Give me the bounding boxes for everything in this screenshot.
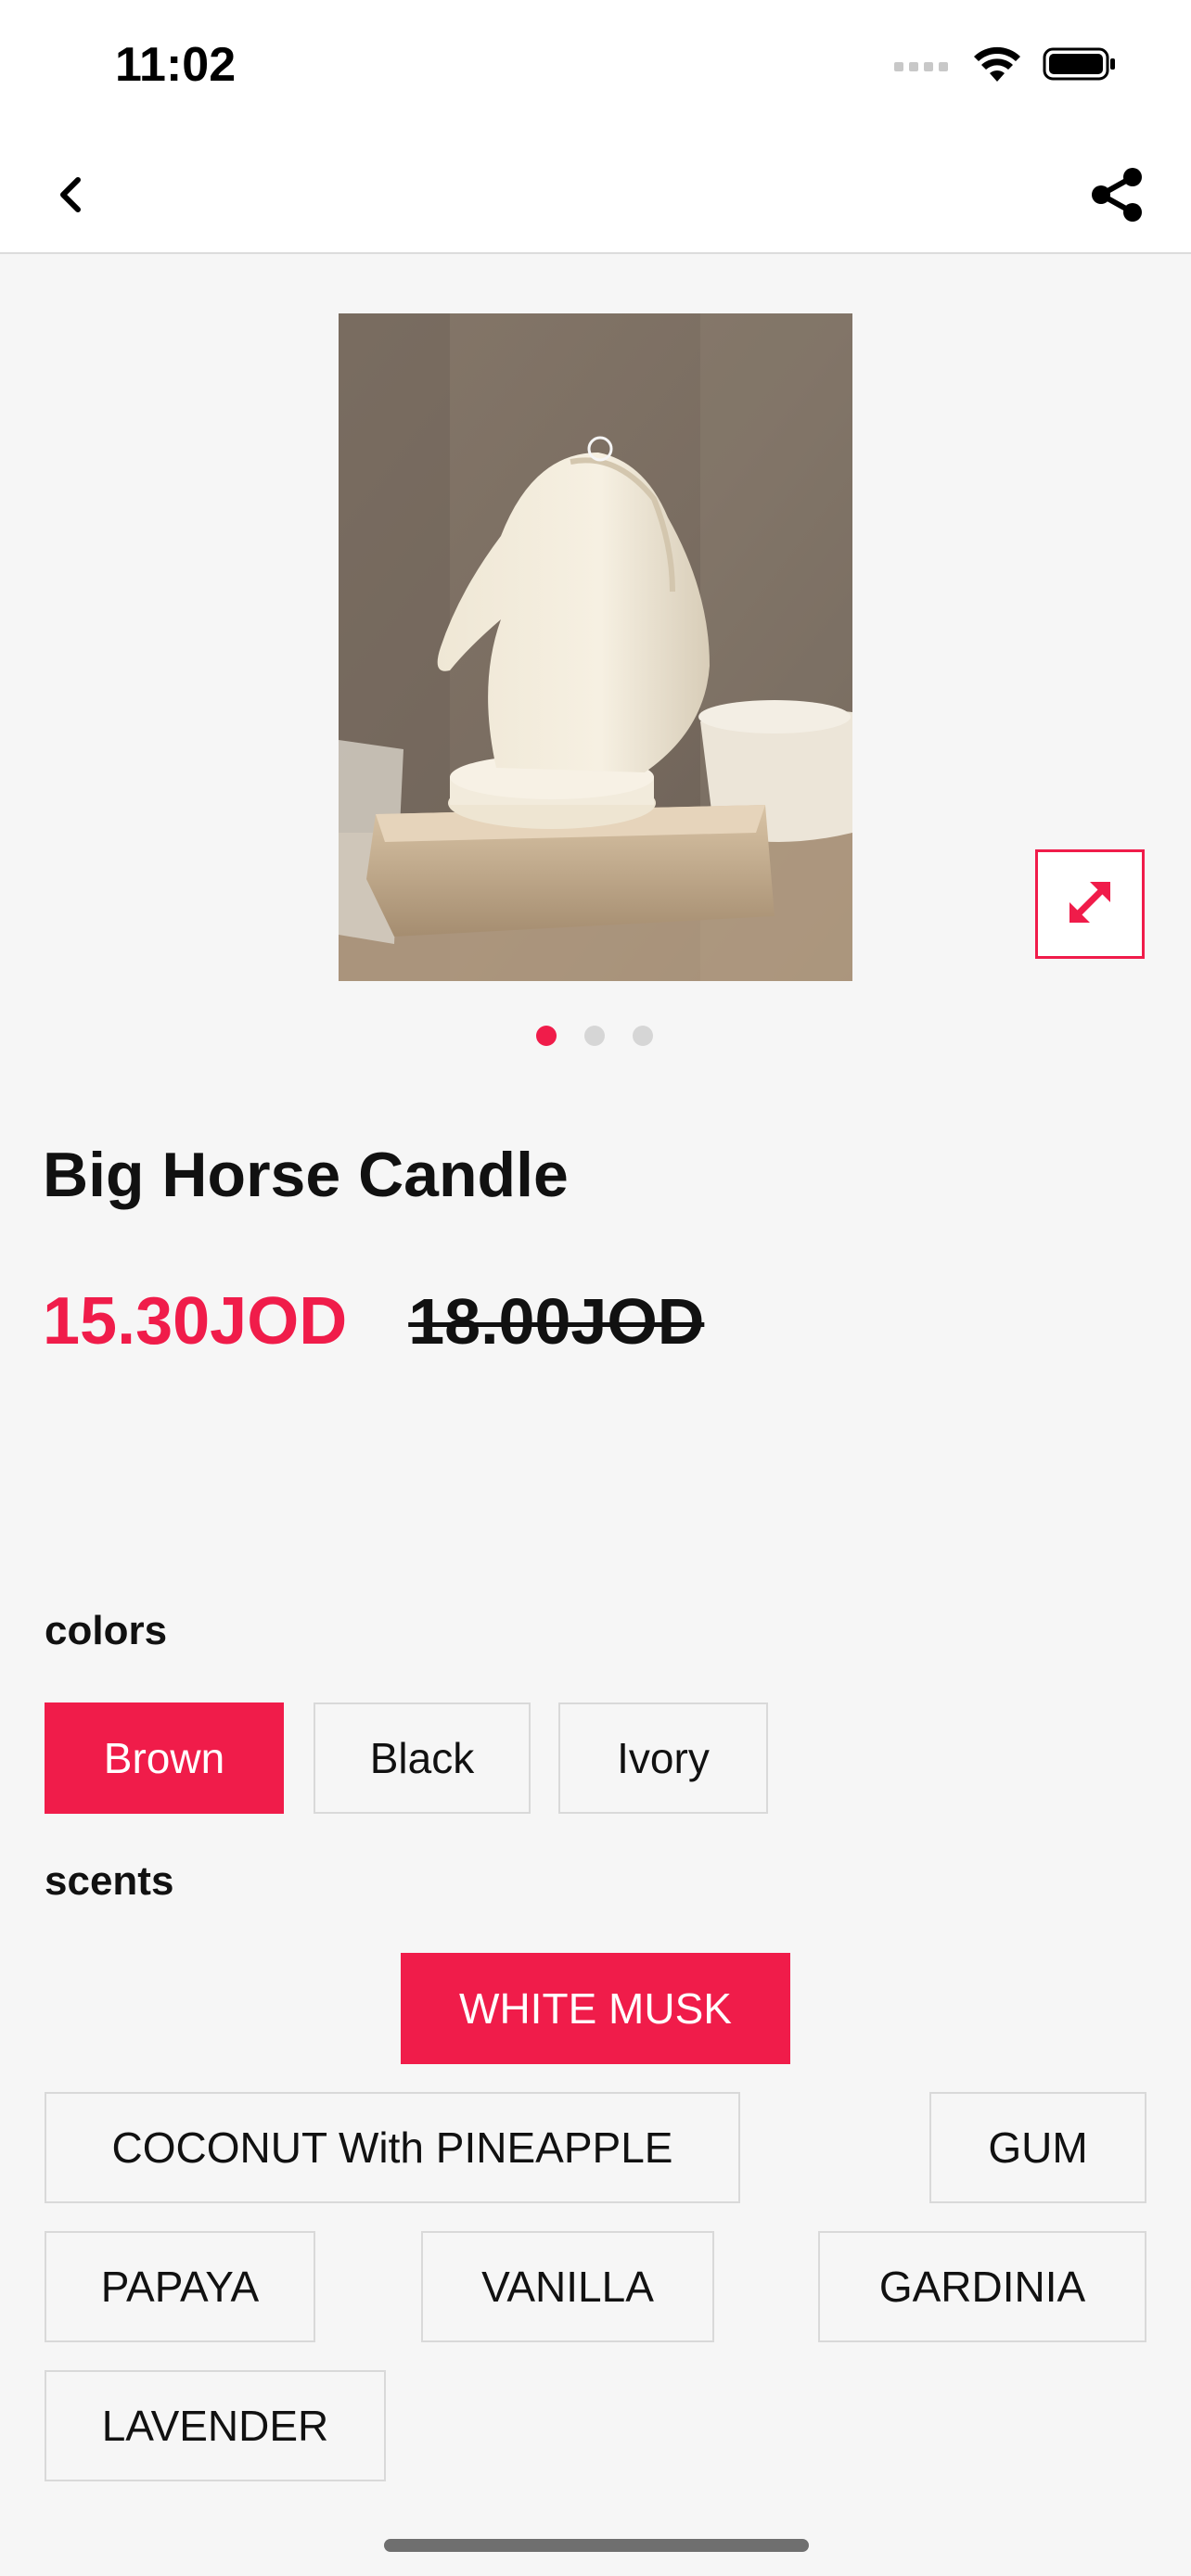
scent-option-papaya[interactable]: PAPAYA — [45, 2231, 315, 2342]
colors-label: colors — [45, 1608, 168, 1653]
color-option-brown[interactable]: Brown — [45, 1702, 284, 1814]
scent-option-gum[interactable]: GUM — [929, 2092, 1146, 2203]
pagination-dot-2[interactable] — [584, 1026, 605, 1046]
status-time: 11:02 — [115, 38, 237, 92]
product-image[interactable] — [339, 313, 852, 981]
scent-option-coconut-with-pineapple[interactable]: COCONUT With PINEAPPLE — [45, 2092, 740, 2203]
scent-option-white-musk[interactable]: WHITE MUSK — [401, 1953, 790, 2064]
pagination-dot-1[interactable] — [536, 1026, 557, 1046]
price-row: 15.30JOD 18.00JOD — [43, 1283, 704, 1359]
expand-image-button[interactable] — [1035, 849, 1145, 959]
back-button[interactable] — [37, 163, 104, 230]
pagination-dot-3[interactable] — [633, 1026, 653, 1046]
scent-option-vanilla[interactable]: VANILLA — [421, 2231, 714, 2342]
share-button[interactable] — [1080, 159, 1154, 234]
product-title: Big Horse Candle — [43, 1140, 569, 1210]
chevron-left-icon — [54, 174, 87, 220]
status-bar: 11:02 — [0, 0, 1191, 139]
cellular-signal-icon — [894, 55, 952, 78]
original-price: 18.00JOD — [408, 1285, 705, 1358]
battery-icon — [1043, 45, 1117, 87]
scents-label: scents — [45, 1858, 174, 1904]
home-indicator — [384, 2539, 809, 2552]
image-pagination — [0, 1026, 1191, 1046]
horse-candle-photo — [339, 313, 852, 981]
status-icons — [894, 45, 1117, 88]
scent-option-gardinia[interactable]: GARDINIA — [818, 2231, 1146, 2342]
navigation-bar — [0, 139, 1191, 254]
wifi-icon — [972, 45, 1022, 88]
sale-price: 15.30JOD — [43, 1284, 348, 1358]
scent-option-lavender[interactable]: LAVENDER — [45, 2370, 386, 2481]
share-icon — [1088, 166, 1146, 228]
expand-arrows-icon — [1062, 874, 1118, 935]
color-option-ivory[interactable]: Ivory — [558, 1702, 768, 1814]
color-option-black[interactable]: Black — [314, 1702, 531, 1814]
